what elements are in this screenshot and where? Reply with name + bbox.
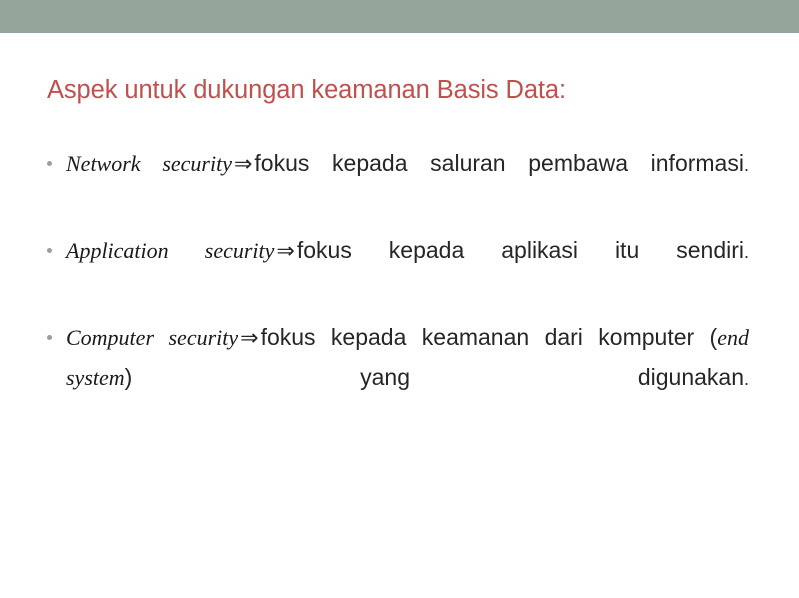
implies-arrow-icon: ⇒: [233, 152, 253, 177]
bullet-text: fokus kepada aplikasi itu sendiri: [296, 237, 744, 263]
page-title: Aspek untuk dukungan keamanan Basis Data…: [47, 76, 566, 104]
bullet-text-after: ) yang digunakan: [124, 364, 744, 390]
list-item: Network security⇒fokus kepada saluran pe…: [46, 144, 749, 222]
list-item: Application security⇒fokus kepada aplika…: [46, 231, 749, 309]
header-band: [0, 0, 799, 33]
bullet-marker-icon: [47, 161, 52, 166]
bullet-period: .: [743, 155, 749, 175]
bullet-paragraph: Application security⇒fokus kepada aplika…: [66, 231, 749, 309]
bullet-term: Network security: [66, 151, 232, 176]
implies-arrow-icon: ⇒: [240, 326, 259, 351]
bullet-term: Computer security: [66, 325, 239, 350]
bullet-paragraph: Network security⇒fokus kepada saluran pe…: [66, 144, 749, 222]
bullet-text-before: fokus kepada keamanan dari komputer (: [260, 324, 718, 350]
bullet-paragraph: Computer security⇒fokus kepada keamanan …: [66, 318, 749, 436]
slide: Aspek untuk dukungan keamanan Basis Data…: [0, 0, 799, 598]
bullet-marker-icon: [47, 248, 52, 253]
bullet-marker-icon: [47, 335, 52, 340]
bullet-list: Network security⇒fokus kepada saluran pe…: [46, 144, 749, 436]
bullet-term: Application security: [66, 238, 275, 263]
implies-arrow-icon: ⇒: [276, 239, 295, 264]
bullet-period: .: [743, 242, 749, 262]
list-item: Computer security⇒fokus kepada keamanan …: [46, 318, 749, 436]
bullet-period: .: [743, 369, 749, 389]
bullet-text: fokus kepada saluran pembawa informasi: [254, 150, 744, 176]
